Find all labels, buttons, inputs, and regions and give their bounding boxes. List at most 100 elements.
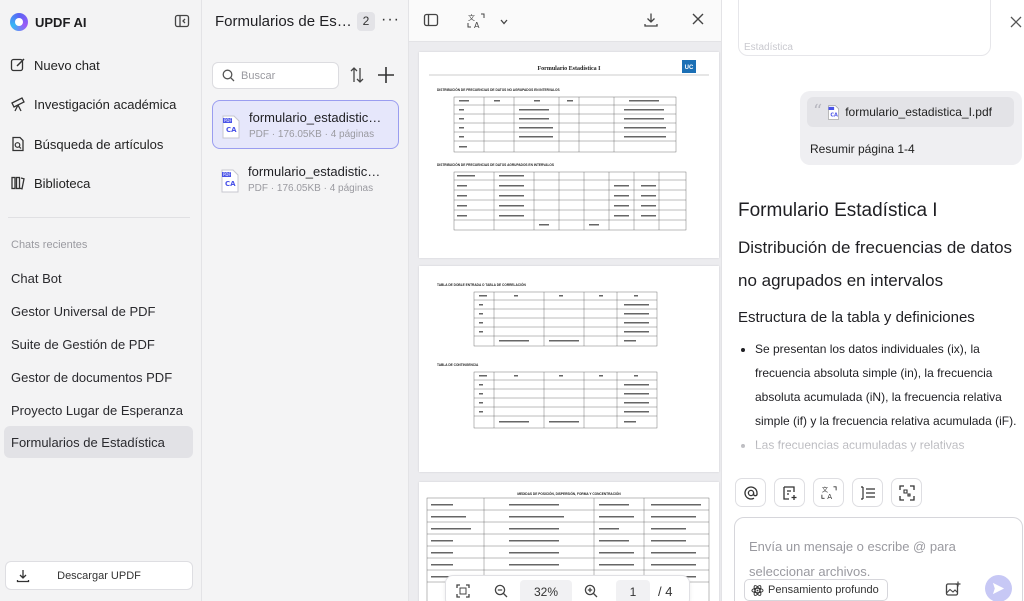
user-message: “ CA formulario_estadistica_I.pdf Resumi…	[800, 91, 1022, 165]
file-name: formulario_estadistica_II.pdf	[248, 164, 383, 179]
brand-name: UPDF AI	[35, 14, 87, 30]
viewer-toolbar: 文A	[409, 0, 721, 42]
sidebar-divider	[8, 217, 190, 218]
zoom-out-icon[interactable]	[494, 584, 508, 601]
nav-nuevo-chat[interactable]: Nuevo chat	[10, 52, 195, 78]
translate-button[interactable]: 文A	[813, 478, 844, 507]
file-card[interactable]: PDF CA formulario_estadistica_II.pdf PDF …	[212, 155, 399, 204]
document-search-icon	[12, 136, 24, 152]
add-note-button[interactable]	[774, 478, 805, 507]
page1-section-1: DISTRIBUCIÓN DE FRECUENCIAS DE DATOS NO …	[437, 87, 560, 92]
nav-label: Nuevo chat	[34, 57, 100, 73]
chevron-down-icon[interactable]	[499, 14, 509, 32]
deep-thinking-label: Pensamiento profundo	[768, 584, 879, 596]
download-label: Descargar UPDF	[57, 569, 141, 582]
summarize-button[interactable]	[852, 478, 883, 507]
scan-icon	[898, 484, 915, 501]
files-panel: Formularios de Estadística 2 ··· PDF CA f…	[203, 0, 409, 601]
recent-chat-item[interactable]: Proyecto Lugar de Esperanza	[4, 394, 193, 426]
nav-busqueda-articulos[interactable]: Búsqueda de artículos	[10, 131, 195, 157]
message-composer[interactable]: Envía un mensaje o escribe @ para selecc…	[734, 517, 1023, 601]
pdf-file-icon: PDF CA	[221, 169, 239, 193]
send-icon	[992, 582, 1005, 595]
answer-heading: Distribución de frecuencias de datos no …	[738, 238, 1013, 290]
telescope-icon	[11, 97, 25, 112]
updf-logo-icon	[10, 13, 28, 31]
current-page-input[interactable]: 1	[616, 580, 650, 601]
attached-file-name: formulario_estadistica_I.pdf	[845, 105, 992, 119]
search-icon	[222, 69, 235, 82]
send-button[interactable]	[985, 575, 1012, 601]
pdf-page-1: Formulario Estadística I UC DISTRIBUCIÓN…	[419, 52, 719, 258]
page2-section-1: TABLA DE DOBLE ENTRADA O TABLA DE CORREL…	[437, 282, 526, 287]
recent-chats-title: Chats recientes	[11, 239, 88, 251]
file-count-badge: 2	[357, 12, 375, 31]
pdf-page-2: TABLA DE DOBLE ENTRADA O TABLA DE CORREL…	[419, 266, 719, 472]
left-sidebar: UPDF AI Nuevo chat Investigación académi…	[0, 0, 202, 601]
pdf-viewer: 文A Formulario Estadística I UC DISTRIBUC…	[409, 0, 721, 601]
image-upload-icon[interactable]	[945, 581, 961, 601]
download-pdf-icon[interactable]	[643, 12, 659, 33]
brand: UPDF AI	[10, 11, 87, 33]
composer-placeholder[interactable]: Envía un mensaje o escribe @ para selecc…	[749, 534, 979, 584]
file-meta: PDF · 176.05KB · 4 páginas	[249, 129, 375, 140]
svg-text:UC: UC	[685, 65, 694, 71]
files-panel-title: Formularios de Estadística	[215, 13, 355, 30]
nav-label: Biblioteca	[34, 175, 91, 191]
answer-bullet: Se presentan los datos individuales (ix)…	[755, 337, 1023, 433]
at-icon	[743, 485, 758, 500]
page3-heading: MEDIDAS DE POSICIÓN, DISPERSIÓN, FORMA Y…	[517, 491, 621, 496]
ai-answer: Formulario Estadística I Distribución de…	[738, 197, 1023, 457]
recent-chat-item[interactable]: Gestor Universal de PDF	[4, 295, 193, 327]
svg-text:CA: CA	[831, 112, 839, 118]
user-message-text: Resumir página 1-4	[810, 142, 915, 156]
svg-text:PDF: PDF	[224, 118, 232, 123]
close-viewer-icon[interactable]	[691, 12, 705, 31]
toggle-thumbnails-icon[interactable]	[423, 12, 439, 33]
answer-subheading: Estructura de la tabla y definiciones	[738, 309, 975, 326]
sort-icon[interactable]	[349, 66, 365, 89]
svg-text:A: A	[474, 21, 480, 30]
page1-section-2: DISTRIBUCIÓN DE FRECUENCIAS DE DATOS AGR…	[437, 162, 554, 167]
chat-tools: 文A	[735, 478, 922, 507]
add-note-icon	[782, 485, 796, 500]
page1-title: Formulario Estadística I	[538, 66, 602, 72]
answer-title: Formulario Estadística I	[738, 200, 938, 221]
ai-chat-panel: Estadística “ CA formulario_estadistica_…	[721, 0, 1024, 601]
recent-chat-item[interactable]: Chat Bot	[4, 262, 193, 294]
download-icon	[16, 570, 30, 583]
recent-chat-item[interactable]: Gestor de documentos PDF	[4, 361, 193, 393]
file-search-input[interactable]	[241, 69, 331, 82]
download-updf-button[interactable]: Descargar UPDF	[5, 561, 193, 590]
translate-icon[interactable]: 文A	[467, 12, 485, 35]
svg-text:A: A	[827, 492, 832, 501]
nav-label: Investigación académica	[34, 96, 177, 112]
zoom-bar: 32% 1 / 4	[445, 575, 690, 601]
edit-icon	[10, 58, 25, 72]
nav-label: Búsqueda de artículos	[34, 136, 164, 152]
nav-biblioteca[interactable]: Biblioteca	[10, 170, 195, 196]
scan-button[interactable]	[891, 478, 922, 507]
collapse-sidebar-icon[interactable]	[174, 13, 190, 29]
mention-button[interactable]	[735, 478, 766, 507]
summary-icon	[860, 485, 875, 500]
svg-text:CA: CA	[225, 180, 236, 188]
fit-page-icon[interactable]	[456, 584, 470, 601]
close-chat-icon[interactable]	[1010, 15, 1022, 33]
add-file-icon[interactable]	[377, 66, 395, 89]
deep-thinking-toggle[interactable]: Pensamiento profundo	[744, 579, 888, 601]
zoom-in-icon[interactable]	[584, 584, 598, 601]
pdf-file-icon: PDF CA	[222, 115, 240, 139]
file-search-box[interactable]	[212, 62, 339, 89]
zoom-level[interactable]: 32%	[520, 580, 572, 601]
svg-text:CA: CA	[226, 126, 237, 134]
library-icon	[11, 176, 25, 190]
attached-file-chip[interactable]: “ CA formulario_estadistica_I.pdf	[807, 97, 1014, 127]
nav-investigacion-academica[interactable]: Investigación académica	[10, 91, 195, 117]
more-options-icon[interactable]: ···	[381, 12, 400, 28]
file-card-selected[interactable]: PDF CA formulario_estadistica_I.pdf PDF ·…	[212, 100, 399, 149]
recent-chat-item[interactable]: Suite de Gestión de PDF	[4, 328, 193, 360]
quote-icon: “	[813, 101, 823, 122]
pdf-file-icon: CA	[828, 104, 840, 120]
recent-chat-item-active[interactable]: Formularios de Estadística	[4, 426, 193, 458]
